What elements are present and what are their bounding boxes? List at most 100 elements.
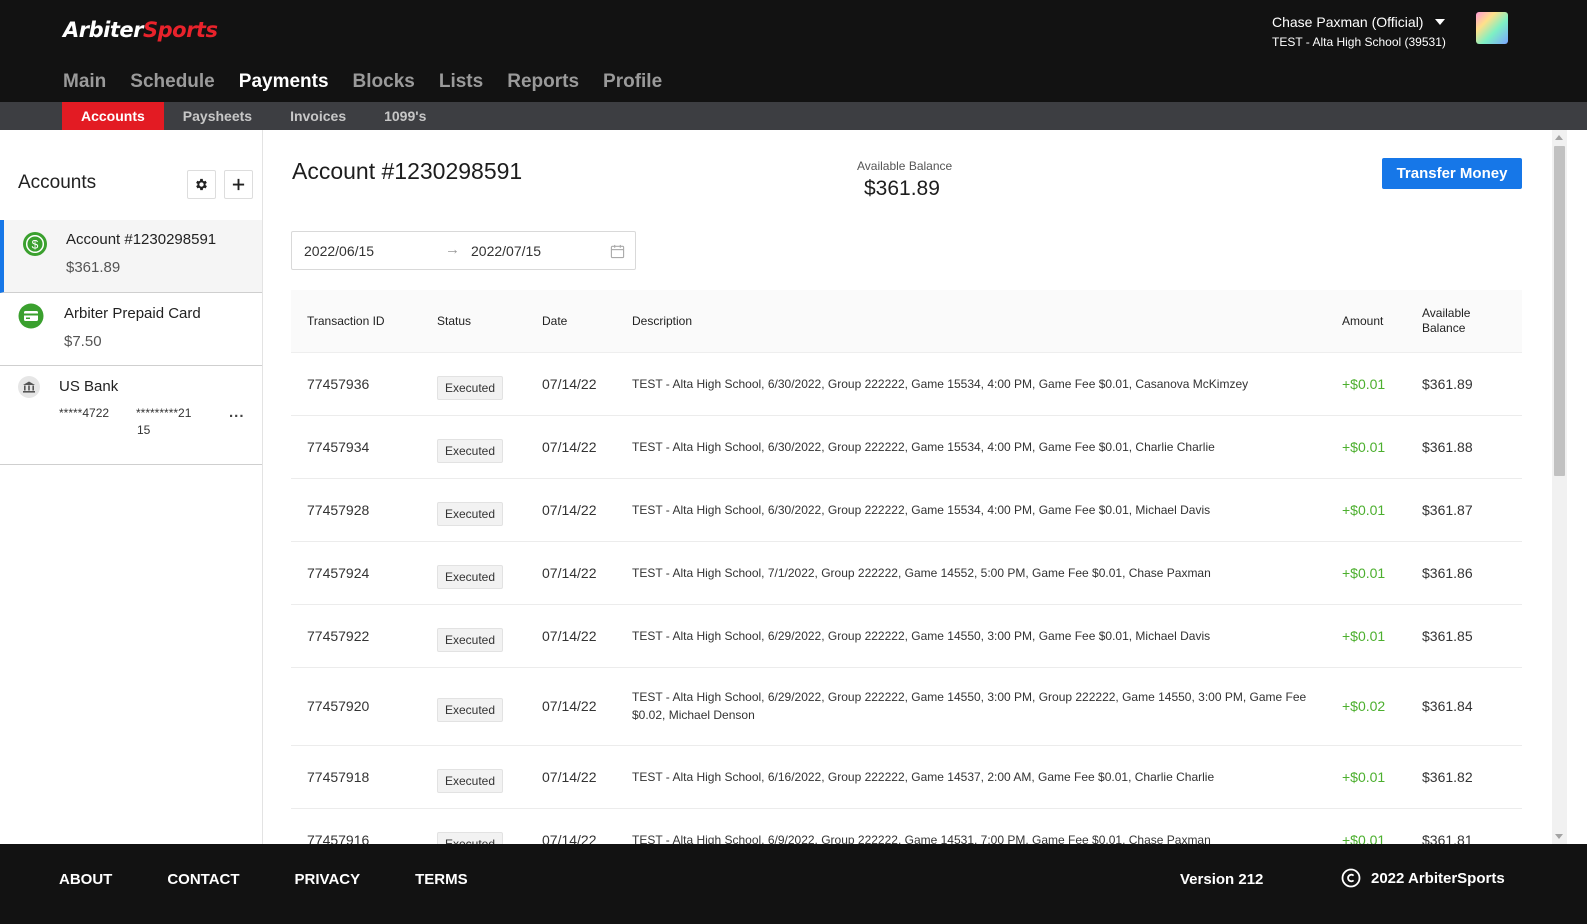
transaction-balance: $361.85: [1406, 604, 1522, 668]
transaction-balance: $361.88: [1406, 415, 1522, 479]
account-item-prepaid-card[interactable]: Arbiter Prepaid Card $7.50: [0, 293, 262, 366]
table-row[interactable]: 77457916 Executed 07/14/22 TEST - Alta H…: [291, 808, 1522, 844]
plus-icon: [232, 178, 245, 191]
main-nav: Main Schedule Payments Blocks Lists Repo…: [63, 71, 662, 93]
col-transaction-id[interactable]: Transaction ID: [291, 290, 421, 353]
copyright-text: 2022 ArbiterSports: [1371, 869, 1505, 887]
status-cell: Executed: [421, 478, 526, 542]
transaction-date: 07/14/22: [526, 415, 616, 479]
status-cell: Executed: [421, 541, 526, 605]
transaction-description: TEST - Alta High School, 6/29/2022, Grou…: [616, 667, 1326, 746]
transactions-table: Transaction ID Status Date Description A…: [291, 290, 1522, 844]
status-badge: Executed: [437, 768, 504, 793]
end-date-input[interactable]: 2022/07/15: [471, 243, 541, 259]
chevron-down-icon[interactable]: [1435, 19, 1446, 25]
balance-label: Available Balance: [857, 159, 953, 173]
table-row[interactable]: 77457934 Executed 07/14/22 TEST - Alta H…: [291, 415, 1522, 479]
more-options-icon[interactable]: ...: [229, 404, 245, 421]
footer: ABOUT CONTACT PRIVACY TERMS Version 212 …: [0, 844, 1587, 924]
status-badge: Executed: [437, 501, 504, 526]
user-school: TEST - Alta High School (39531): [1272, 35, 1446, 49]
status-cell: Executed: [421, 745, 526, 809]
add-account-button[interactable]: [224, 170, 253, 199]
footer-link-privacy[interactable]: PRIVACY: [295, 871, 361, 888]
scroll-down-arrow-icon[interactable]: [1555, 834, 1563, 839]
transaction-id: 77457934: [291, 415, 421, 479]
transaction-date: 07/14/22: [526, 352, 616, 416]
main-content: Account #1230298591 Available Balance $3…: [263, 130, 1553, 844]
status-badge: Executed: [437, 627, 504, 652]
transaction-balance: $361.82: [1406, 745, 1522, 809]
copyright: 2022 ArbiterSports: [1341, 868, 1505, 888]
tab-1099s[interactable]: 1099's: [365, 102, 445, 130]
transaction-description: TEST - Alta High School, 6/16/2022, Grou…: [616, 745, 1326, 809]
status-cell: Executed: [421, 604, 526, 668]
transaction-description: TEST - Alta High School, 6/29/2022, Grou…: [616, 604, 1326, 668]
table-row[interactable]: 77457924 Executed 07/14/22 TEST - Alta H…: [291, 541, 1522, 605]
footer-link-terms[interactable]: TERMS: [415, 871, 468, 888]
transaction-date: 07/14/22: [526, 541, 616, 605]
start-date-input[interactable]: 2022/06/15: [304, 243, 374, 259]
user-menu[interactable]: Chase Paxman (Official) TEST - Alta High…: [1272, 14, 1446, 49]
sidebar-heading: Accounts: [18, 172, 97, 193]
user-name: Chase Paxman (Official): [1272, 14, 1424, 30]
nav-lists[interactable]: Lists: [439, 71, 483, 93]
settings-button[interactable]: [187, 170, 216, 199]
transaction-balance: $361.87: [1406, 478, 1522, 542]
table-row[interactable]: 77457928 Executed 07/14/22 TEST - Alta H…: [291, 478, 1522, 542]
transaction-balance: $361.86: [1406, 541, 1522, 605]
transaction-amount: +$0.01: [1326, 478, 1406, 542]
nav-blocks[interactable]: Blocks: [353, 71, 415, 93]
logo-text-arbiter: Arbiter: [63, 18, 143, 42]
transaction-description: TEST - Alta High School, 6/30/2022, Grou…: [616, 478, 1326, 542]
status-badge: Executed: [437, 438, 504, 463]
footer-link-about[interactable]: ABOUT: [59, 871, 112, 888]
account-item-bank[interactable]: US Bank *****4722 *********21 15 ...: [0, 366, 262, 465]
col-available-balance[interactable]: Available Balance: [1406, 290, 1522, 353]
col-description[interactable]: Description: [616, 290, 1326, 353]
logo-text-sports: Sports: [142, 18, 218, 42]
date-range-picker[interactable]: 2022/06/15 → 2022/07/15: [291, 231, 636, 270]
account-title: Arbiter Prepaid Card: [64, 305, 201, 322]
svg-text:$: $: [32, 238, 39, 252]
nav-reports[interactable]: Reports: [507, 71, 579, 93]
transaction-amount: +$0.01: [1326, 541, 1406, 605]
arrow-right-icon: →: [445, 241, 460, 258]
transaction-date: 07/14/22: [526, 745, 616, 809]
scroll-up-arrow-icon[interactable]: [1555, 135, 1563, 140]
sub-nav: Accounts Paysheets Invoices 1099's: [0, 102, 1587, 130]
transaction-description: TEST - Alta High School, 7/1/2022, Group…: [616, 541, 1326, 605]
transfer-money-button[interactable]: Transfer Money: [1382, 158, 1522, 189]
status-cell: Executed: [421, 352, 526, 416]
status-badge: Executed: [437, 698, 504, 722]
nav-profile[interactable]: Profile: [603, 71, 662, 93]
page-title: Account #1230298591: [292, 158, 523, 184]
tab-invoices[interactable]: Invoices: [271, 102, 365, 130]
status-cell: Executed: [421, 808, 526, 844]
transaction-amount: +$0.01: [1326, 604, 1406, 668]
status-cell: Executed: [421, 667, 526, 746]
col-amount[interactable]: Amount: [1326, 290, 1406, 353]
col-date[interactable]: Date: [526, 290, 616, 353]
table-row[interactable]: 77457920 Executed 07/14/22 TEST - Alta H…: [291, 667, 1522, 746]
nav-schedule[interactable]: Schedule: [130, 71, 214, 93]
tab-paysheets[interactable]: Paysheets: [164, 102, 271, 130]
nav-main[interactable]: Main: [63, 71, 106, 93]
transaction-id: 77457922: [291, 604, 421, 668]
nav-payments[interactable]: Payments: [239, 71, 329, 93]
col-status[interactable]: Status: [421, 290, 526, 353]
footer-link-contact[interactable]: CONTACT: [167, 871, 239, 888]
calendar-icon[interactable]: [610, 244, 625, 264]
table-row[interactable]: 77457922 Executed 07/14/22 TEST - Alta H…: [291, 604, 1522, 668]
table-row[interactable]: 77457936 Executed 07/14/22 TEST - Alta H…: [291, 352, 1522, 416]
avatar[interactable]: [1476, 12, 1508, 44]
transaction-date: 07/14/22: [526, 667, 616, 746]
accounts-sidebar: Accounts $ Account #1230298591 $361.89 A…: [0, 130, 263, 844]
tab-accounts[interactable]: Accounts: [62, 102, 164, 130]
transaction-amount: +$0.01: [1326, 745, 1406, 809]
main-scrollbar[interactable]: [1552, 130, 1567, 844]
account-item-primary[interactable]: $ Account #1230298591 $361.89: [0, 220, 262, 293]
table-row[interactable]: 77457918 Executed 07/14/22 TEST - Alta H…: [291, 745, 1522, 809]
arbitersports-logo[interactable]: ArbiterSports: [63, 18, 218, 42]
scrollbar-thumb[interactable]: [1554, 146, 1565, 476]
